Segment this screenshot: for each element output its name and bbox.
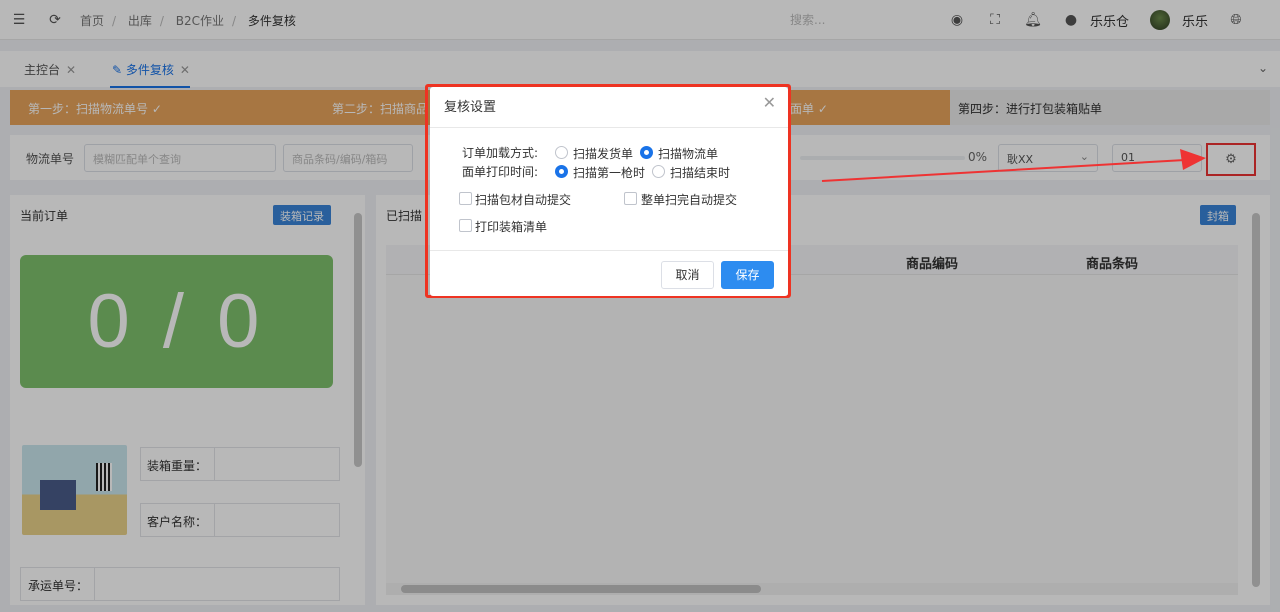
checkbox-print-packing-list[interactable] (459, 219, 472, 232)
radio-print-first[interactable] (555, 165, 568, 178)
radio-load-shipping[interactable] (555, 146, 568, 159)
radio-load-logistics[interactable] (640, 146, 653, 159)
divider (430, 127, 788, 128)
checkbox-auto-submit-material[interactable] (459, 192, 472, 205)
radio-label[interactable]: 扫描发货单 (573, 145, 633, 162)
check-settings-dialog: 复核设置 ✕ 订单加载方式: 扫描发货单 扫描物流单 面单打印时间: 扫描第一枪… (430, 87, 788, 296)
radio-label[interactable]: 扫描结束时 (670, 164, 730, 181)
save-button[interactable]: 保存 (721, 261, 774, 289)
close-icon[interactable]: ✕ (763, 93, 776, 112)
load-mode-label: 订单加载方式: (462, 146, 539, 160)
checkbox-label[interactable]: 扫描包材自动提交 (475, 191, 571, 208)
print-time-label: 面单打印时间: (462, 165, 539, 179)
checkbox-auto-submit-order[interactable] (624, 192, 637, 205)
radio-label[interactable]: 扫描第一枪时 (573, 164, 645, 181)
checkbox-label[interactable]: 打印装箱清单 (475, 218, 547, 235)
radio-label[interactable]: 扫描物流单 (658, 145, 718, 162)
checkbox-label[interactable]: 整单扫完自动提交 (641, 191, 737, 208)
divider (430, 250, 788, 251)
cancel-button[interactable]: 取消 (661, 261, 714, 289)
radio-print-end[interactable] (652, 165, 665, 178)
dialog-title: 复核设置 (444, 100, 497, 115)
